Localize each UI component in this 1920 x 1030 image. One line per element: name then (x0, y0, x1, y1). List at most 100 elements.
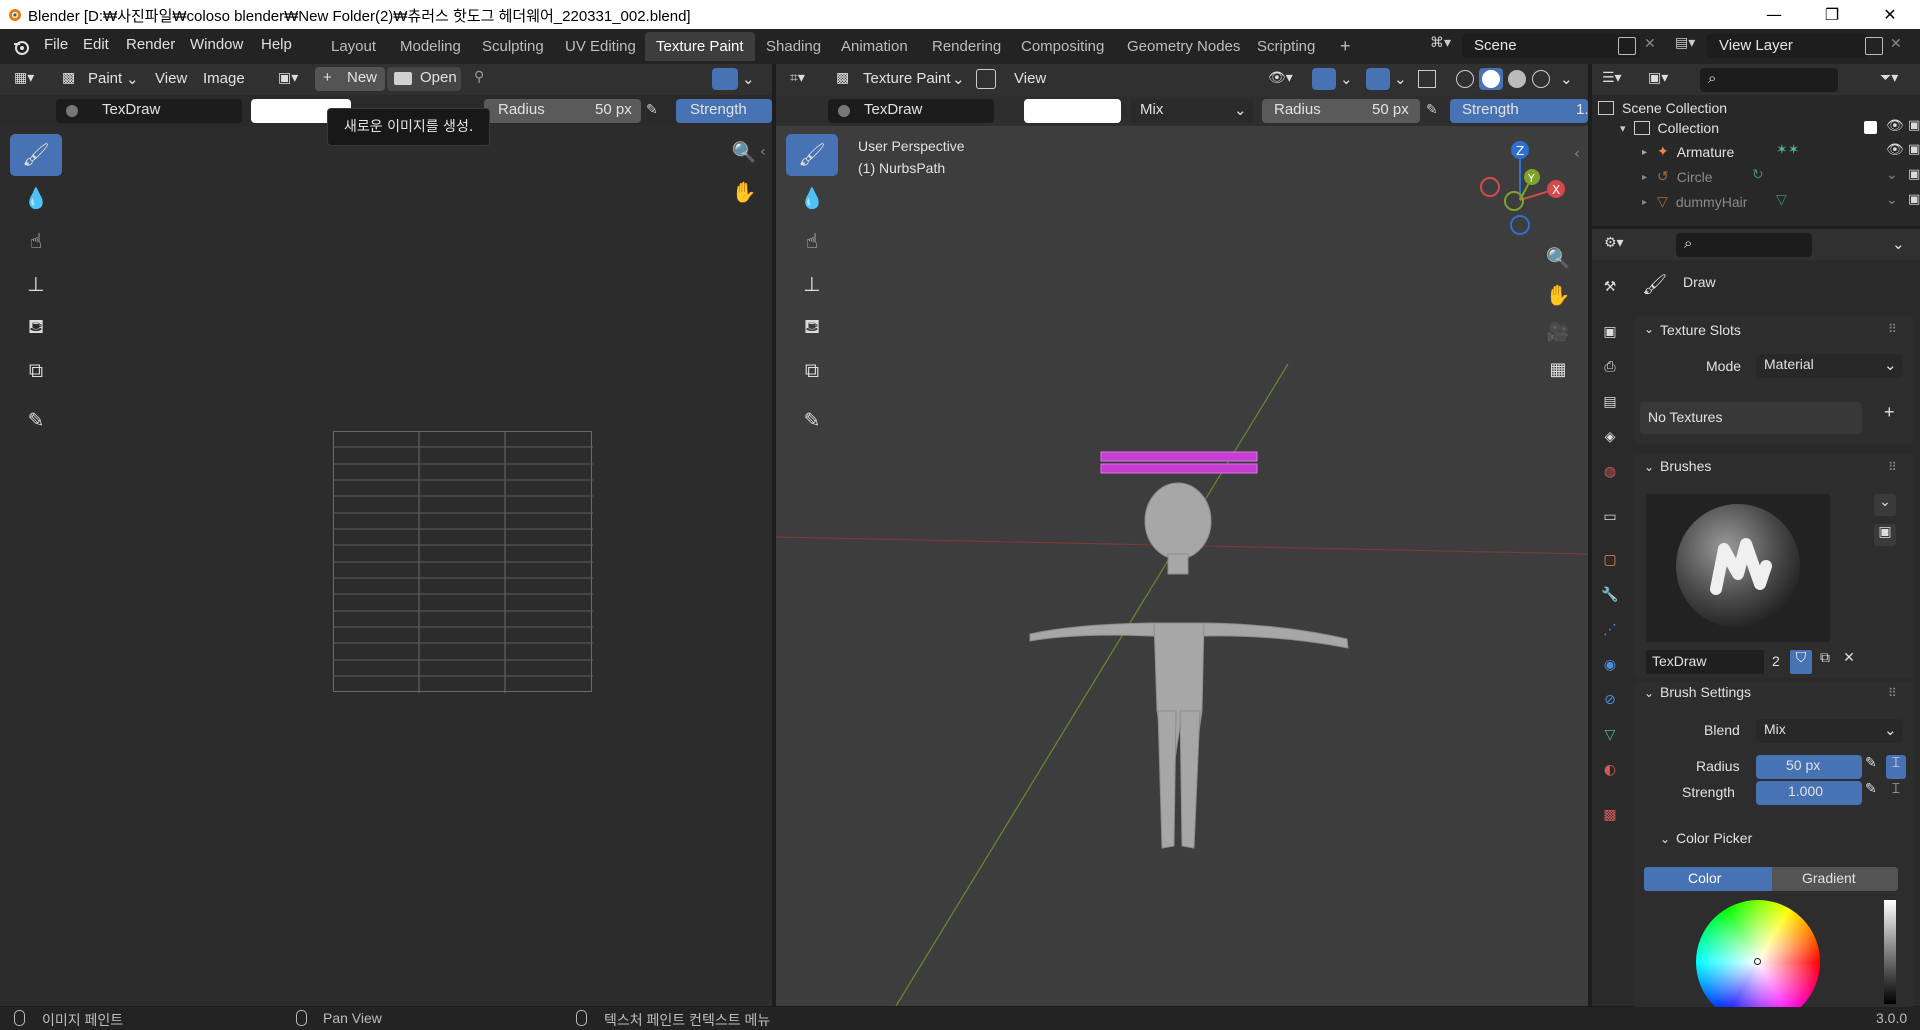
texture-mode-dropdown[interactable]: Material ⌄ (1756, 354, 1902, 378)
viewport-radius-slider[interactable]: Radius 50 px (1262, 99, 1420, 123)
xray-toggle-icon[interactable] (1418, 70, 1436, 88)
tab-sculpting[interactable]: Sculpting (471, 32, 555, 61)
strength-unit-toggle-icon[interactable]: ⌶ (1886, 781, 1906, 805)
soften-tool-button[interactable]: 💧 (10, 177, 62, 219)
collection-checkbox-icon[interactable] (1864, 121, 1877, 134)
overlays-toggle-icon[interactable] (1366, 68, 1390, 90)
brush-strength-field[interactable]: 1.000 (1756, 781, 1862, 805)
close-button[interactable]: ✕ (1861, 0, 1919, 29)
menu-image[interactable]: Image (203, 70, 245, 87)
viewport-brush-selector[interactable]: TexDraw (828, 99, 994, 123)
unlink-brush-icon[interactable]: ✕ (1838, 650, 1860, 674)
brush-radius-field[interactable]: 50 px (1756, 755, 1862, 779)
constraints-tab-icon[interactable]: ⊘ (1598, 688, 1622, 712)
texture-slots-title[interactable]: Texture Slots (1660, 322, 1741, 338)
viewport-ortho-button[interactable]: ▦ (1540, 351, 1576, 387)
viewport-color-swatch[interactable] (1024, 99, 1121, 123)
radius-pressure-toggle-icon[interactable]: ✎ (1865, 755, 1877, 771)
tab-rendering[interactable]: Rendering (921, 32, 1012, 61)
blender-menu-icon[interactable] (12, 38, 30, 56)
tab-geometry-nodes[interactable]: Geometry Nodes (1116, 32, 1251, 61)
scene-remove-icon[interactable]: ✕ (1644, 36, 1656, 52)
wireframe-shading-icon[interactable] (1456, 70, 1474, 88)
brush-selector[interactable]: TexDraw (56, 99, 242, 123)
tab-texture-paint[interactable]: Texture Paint (645, 32, 755, 61)
solid-shading-icon[interactable] (1479, 68, 1503, 90)
dummyhair-camera-icon[interactable]: ▣ (1908, 192, 1920, 207)
outliner-search-field[interactable]: ⌕ (1700, 68, 1838, 92)
panel-collapse-icon[interactable]: ⌄ (1644, 322, 1654, 336)
viewport-editor-type-icon[interactable]: ⌗▾ (790, 70, 805, 86)
viewport-camera-button[interactable]: 🎥 (1540, 314, 1576, 350)
tab-modeling[interactable]: Modeling (389, 32, 472, 61)
texture-tab-icon[interactable]: ▩ (1598, 803, 1622, 827)
panel-drag-icon[interactable]: ⠿ (1888, 322, 1897, 336)
paint-mask-icon[interactable] (976, 69, 996, 89)
scene-field[interactable]: Scene (1462, 34, 1640, 58)
menu-view[interactable]: View (155, 70, 187, 87)
visibility-icon[interactable]: 👁▾ (1268, 70, 1293, 86)
menu-help[interactable]: Help (261, 36, 292, 53)
texture-slot-list[interactable]: No Textures (1640, 402, 1862, 434)
tree-circle[interactable]: ▸ ↺ Circle ↻ ⌄ ▣ (1642, 167, 1920, 187)
open-image-button[interactable]: Open (387, 67, 461, 91)
duplicate-brush-icon[interactable]: ⧉ (1814, 650, 1836, 674)
color-wheel[interactable] (1696, 900, 1820, 1024)
view-layer-icon[interactable]: ▤▾ (1675, 35, 1705, 59)
brush-image-icon[interactable]: ▣ (1874, 524, 1896, 546)
tree-dummyhair[interactable]: ▸ ▽ dummyHair ▽ ⌄ ▣ (1642, 192, 1920, 212)
object-tab-icon[interactable]: ▢ (1598, 548, 1622, 572)
viewport-sidebar-toggle-icon[interactable]: ‹ (1574, 146, 1580, 162)
pin-icon[interactable]: ⚲ (474, 69, 484, 85)
brush-name-field[interactable]: TexDraw (1646, 650, 1764, 674)
radius-pressure-icon[interactable]: ✎ (646, 102, 658, 118)
value-slider[interactable] (1884, 900, 1896, 1004)
gizmo-chevron-icon[interactable]: ⌄ (1340, 70, 1353, 88)
physics-tab-icon[interactable]: ◉ (1598, 653, 1622, 677)
menu-render[interactable]: Render (126, 36, 175, 53)
scene-copy-icon[interactable] (1618, 37, 1636, 55)
material-shading-icon[interactable] (1508, 70, 1526, 88)
brushes-title[interactable]: Brushes (1660, 458, 1711, 474)
collection-camera-icon[interactable]: ▣ (1908, 118, 1920, 133)
particles-tab-icon[interactable]: ⋰ (1598, 618, 1622, 642)
sidebar-toggle-icon[interactable]: ‹ (760, 144, 766, 160)
blend-dropdown[interactable]: Mix ⌄ (1756, 719, 1902, 743)
viewport-pan-button[interactable]: ✋ (1540, 277, 1576, 313)
viewport-zoom-button[interactable]: 🔍 (1540, 240, 1576, 276)
properties-search-field[interactable]: ⌕ (1676, 233, 1812, 257)
color-picker-collapse-icon[interactable]: ⌄ (1660, 832, 1670, 846)
viewport-menu-view[interactable]: View (1014, 70, 1046, 87)
menu-edit[interactable]: Edit (83, 36, 109, 53)
image-pan-button[interactable]: ✋ (726, 174, 762, 210)
viewport-strength-slider[interactable]: Strength 1. (1450, 99, 1589, 123)
material-tab-icon[interactable]: ◐ (1598, 758, 1622, 782)
add-workspace-button[interactable]: + (1329, 32, 1362, 61)
strength-slider[interactable]: Strength (676, 99, 772, 123)
menu-file[interactable]: File (44, 36, 68, 53)
image-zoom-button[interactable]: 🔍 (726, 134, 762, 170)
image-browse-icon[interactable]: ▣▾ (278, 70, 298, 86)
modifier-tab-icon[interactable]: 🔧 (1598, 583, 1622, 607)
gizmo-toggle-icon[interactable] (1312, 68, 1336, 90)
viewport-soften-tool-button[interactable]: 💧 (786, 177, 838, 219)
minimize-button[interactable]: — (1745, 0, 1803, 29)
color-wheel-cursor[interactable] (1754, 958, 1761, 965)
viewport-fill-tool-button[interactable]: ⛾ (786, 306, 838, 348)
color-tab[interactable]: Color (1644, 867, 1772, 891)
smear-tool-button[interactable]: ☝ (10, 220, 62, 262)
tab-uv-editing[interactable]: UV Editing (554, 32, 647, 61)
maximize-button[interactable]: ❐ (1803, 0, 1861, 29)
brush-list-chevron-icon[interactable]: ⌄ (1874, 494, 1896, 516)
overlays-chevron-icon[interactable]: ⌄ (1394, 70, 1407, 88)
fill-tool-button[interactable]: ⛾ (10, 306, 62, 348)
circle-camera-icon[interactable]: ▣ (1908, 167, 1920, 182)
tab-compositing[interactable]: Compositing (1010, 32, 1115, 61)
display-mode-icon[interactable]: ▣▾ (1648, 70, 1668, 86)
render-tab-icon[interactable]: ▣ (1598, 320, 1622, 344)
scene-browse-icon[interactable]: ⌘▾ (1430, 35, 1460, 59)
brushes-drag-icon[interactable]: ⠿ (1888, 460, 1897, 474)
scene-tab-icon[interactable]: ◈ (1598, 425, 1622, 449)
tab-animation[interactable]: Animation (830, 32, 919, 61)
viewport-draw-tool-button[interactable]: 🖌 (786, 134, 838, 176)
